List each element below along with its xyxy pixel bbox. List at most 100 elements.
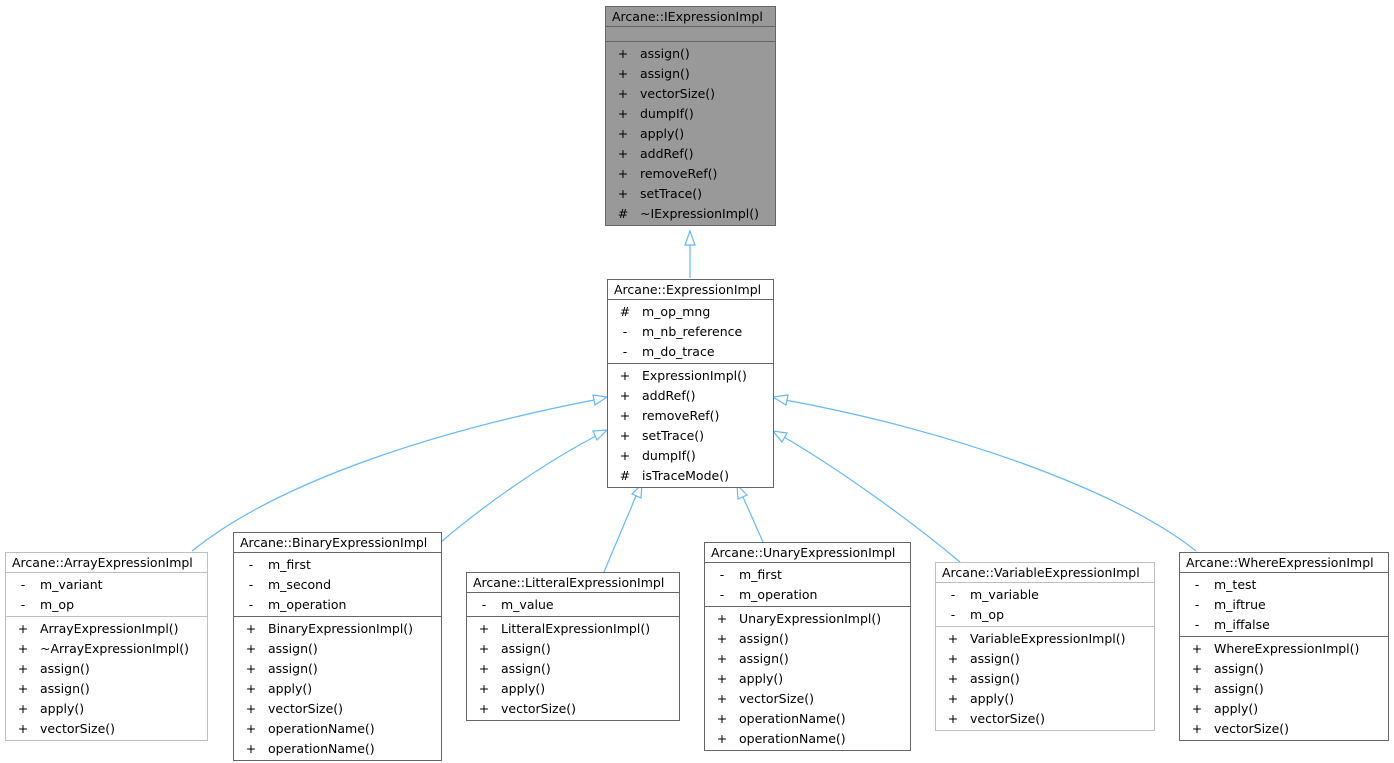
- method-row[interactable]: + assign(): [606, 44, 775, 64]
- method-row[interactable]: + assign(): [234, 639, 441, 659]
- attribute-row[interactable]: - m_op: [6, 595, 207, 615]
- attribute-row[interactable]: - m_second: [234, 575, 441, 595]
- method-row[interactable]: + setTrace(): [608, 426, 773, 446]
- visibility-marker: +: [245, 741, 257, 756]
- method-row[interactable]: + ArrayExpressionImpl(): [6, 619, 207, 639]
- class-binaryexpressionimpl[interactable]: Arcane::BinaryExpressionImpl - m_first - m_s…: [233, 532, 442, 761]
- method-row[interactable]: + assign(): [1180, 659, 1388, 679]
- visibility-marker: -: [481, 597, 487, 612]
- visibility-marker: +: [245, 681, 257, 696]
- attribute-row[interactable]: - m_variant: [6, 575, 207, 595]
- method-row[interactable]: + assign(): [6, 659, 207, 679]
- method-row[interactable]: + dumpIf(): [606, 104, 775, 124]
- method-row[interactable]: + assign(): [606, 64, 775, 84]
- attribute-row[interactable]: - m_iftrue: [1180, 595, 1388, 615]
- attribute-row[interactable]: - m_test: [1180, 575, 1388, 595]
- method-row[interactable]: + UnaryExpressionImpl(): [705, 609, 910, 629]
- method-row[interactable]: + assign(): [467, 639, 679, 659]
- class-litteralexpressionimpl[interactable]: Arcane::LitteralExpressionImpl - m_value + L…: [466, 572, 680, 721]
- class-whereexpressionimpl[interactable]: Arcane::WhereExpressionImpl - m_test - m_ift…: [1179, 552, 1389, 741]
- class-name: Arcane::UnaryExpressionImpl: [705, 543, 910, 563]
- method-row[interactable]: + vectorSize(): [467, 699, 679, 719]
- attribute-row[interactable]: - m_iffalse: [1180, 615, 1388, 635]
- visibility-marker: +: [947, 711, 959, 726]
- attribute-name: m_value: [501, 597, 554, 612]
- class-expressionimpl[interactable]: Arcane::ExpressionImpl # m_op_mng - m_nb_ref…: [607, 279, 774, 488]
- method-row[interactable]: + vectorSize(): [1180, 719, 1388, 739]
- method-row[interactable]: + assign(): [467, 659, 679, 679]
- attribute-row[interactable]: - m_op: [936, 605, 1154, 625]
- class-name: Arcane::VariableExpressionImpl: [936, 563, 1154, 583]
- method-row[interactable]: + operationName(): [234, 719, 441, 739]
- method-row[interactable]: + ExpressionImpl(): [608, 366, 773, 386]
- method-row[interactable]: + apply(): [705, 669, 910, 689]
- method-row[interactable]: + addRef(): [608, 386, 773, 406]
- class-variableexpressionimpl[interactable]: Arcane::VariableExpressionImpl - m_variabl…: [935, 562, 1155, 731]
- attribute-row[interactable]: - m_variable: [936, 585, 1154, 605]
- visibility-marker: +: [478, 661, 490, 676]
- method-row[interactable]: + LitteralExpressionImpl(): [467, 619, 679, 639]
- method-row[interactable]: + vectorSize(): [606, 84, 775, 104]
- attribute-name: m_variable: [970, 587, 1039, 602]
- method-row[interactable]: + apply(): [6, 699, 207, 719]
- method-row[interactable]: + apply(): [1180, 699, 1388, 719]
- method-row[interactable]: + assign(): [936, 669, 1154, 689]
- method-row[interactable]: + assign(): [705, 629, 910, 649]
- method-name: dumpIf(): [640, 106, 694, 121]
- method-name: apply(): [1214, 701, 1259, 716]
- attribute-row[interactable]: - m_operation: [234, 595, 441, 615]
- method-row[interactable]: + apply(): [467, 679, 679, 699]
- method-row[interactable]: + operationName(): [705, 729, 910, 749]
- visibility-marker: -: [719, 587, 725, 602]
- attribute-row[interactable]: - m_value: [467, 595, 679, 615]
- method-row[interactable]: + vectorSize(): [705, 689, 910, 709]
- method-row[interactable]: + ~ArrayExpressionImpl(): [6, 639, 207, 659]
- class-unaryexpressionimpl[interactable]: Arcane::UnaryExpressionImpl - m_first - m_op…: [704, 542, 911, 751]
- method-row[interactable]: + BinaryExpressionImpl(): [234, 619, 441, 639]
- visibility-marker: -: [719, 567, 725, 582]
- visibility-marker: +: [17, 701, 29, 716]
- method-row[interactable]: + vectorSize(): [234, 699, 441, 719]
- visibility-marker: -: [622, 324, 628, 339]
- method-row[interactable]: + addRef(): [606, 144, 775, 164]
- method-row[interactable]: + vectorSize(): [6, 719, 207, 739]
- method-row[interactable]: + operationName(): [705, 709, 910, 729]
- method-row[interactable]: + setTrace(): [606, 184, 775, 204]
- method-row[interactable]: + assign(): [234, 659, 441, 679]
- method-name: operationName(): [739, 731, 846, 746]
- attribute-row[interactable]: - m_nb_reference: [608, 322, 773, 342]
- method-name: ~ArrayExpressionImpl(): [40, 641, 190, 656]
- method-name: assign(): [739, 631, 789, 646]
- visibility-marker: +: [17, 641, 29, 656]
- edge-unary-to-expression: [742, 496, 764, 543]
- attribute-row[interactable]: # m_op_mng: [608, 302, 773, 322]
- method-row[interactable]: + vectorSize(): [936, 709, 1154, 729]
- method-row[interactable]: + assign(): [6, 679, 207, 699]
- attribute-row[interactable]: - m_operation: [705, 585, 910, 605]
- method-row[interactable]: # isTraceMode(): [608, 466, 773, 486]
- method-row[interactable]: + operationName(): [234, 739, 441, 759]
- method-row[interactable]: + apply(): [936, 689, 1154, 709]
- method-row[interactable]: + assign(): [1180, 679, 1388, 699]
- method-row[interactable]: + assign(): [936, 649, 1154, 669]
- method-row[interactable]: + assign(): [705, 649, 910, 669]
- attribute-row[interactable]: - m_first: [234, 555, 441, 575]
- method-name: assign(): [640, 66, 690, 81]
- method-row[interactable]: + apply(): [606, 124, 775, 144]
- class-arrayexpressionimpl[interactable]: Arcane::ArrayExpressionImpl - m_variant - m_…: [5, 552, 208, 741]
- method-row[interactable]: + removeRef(): [608, 406, 773, 426]
- method-row[interactable]: + apply(): [234, 679, 441, 699]
- method-name: apply(): [970, 691, 1015, 706]
- attribute-row[interactable]: - m_first: [705, 565, 910, 585]
- attribute-row[interactable]: - m_do_trace: [608, 342, 773, 362]
- method-name: isTraceMode(): [642, 468, 729, 483]
- method-row[interactable]: # ~IExpressionImpl(): [606, 204, 775, 224]
- class-iexpressionimpl[interactable]: Arcane::IExpressionImpl + assign() + assign(…: [605, 6, 776, 226]
- attributes-section: - m_variable - m_op: [936, 583, 1154, 627]
- visibility-marker: +: [716, 711, 728, 726]
- method-row[interactable]: + WhereExpressionImpl(): [1180, 639, 1388, 659]
- method-row[interactable]: + removeRef(): [606, 164, 775, 184]
- method-name: removeRef(): [642, 408, 720, 423]
- method-row[interactable]: + dumpIf(): [608, 446, 773, 466]
- method-row[interactable]: + VariableExpressionImpl(): [936, 629, 1154, 649]
